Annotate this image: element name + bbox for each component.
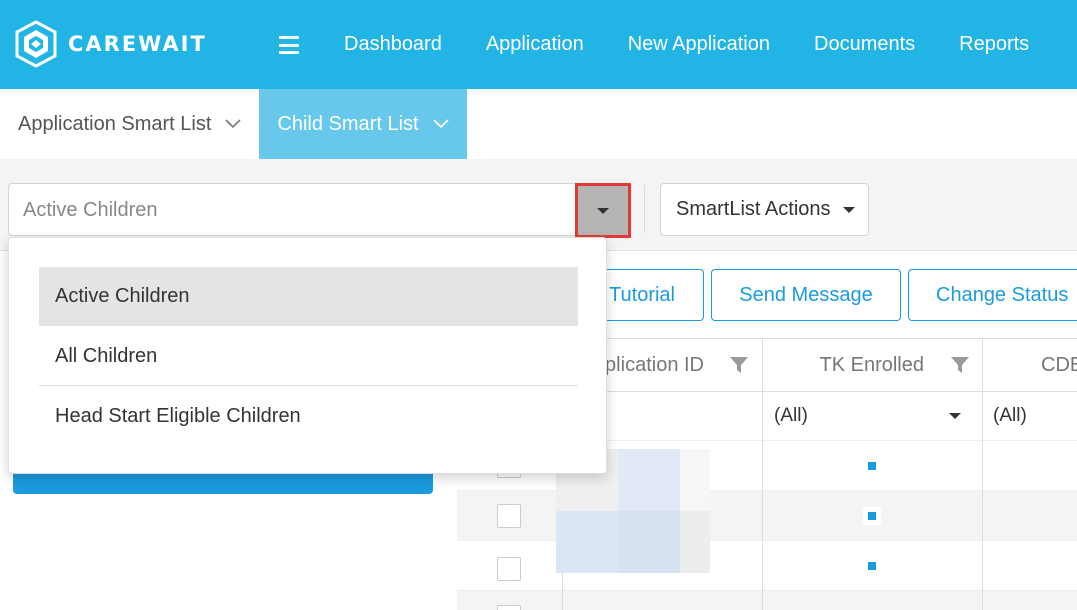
divider <box>39 385 578 386</box>
filter-value: (All) <box>774 404 808 426</box>
row-checkbox[interactable] <box>497 557 521 581</box>
nav-dashboard[interactable]: Dashboard <box>322 33 464 56</box>
row-checkbox[interactable] <box>497 605 521 610</box>
smartlist-tabs: Application Smart List Child Smart List <box>0 89 1077 159</box>
change-status-button[interactable]: Change Status <box>908 269 1077 321</box>
chevron-down-icon <box>225 119 241 129</box>
tk-enrolled-indicator <box>863 457 881 475</box>
smartlist-dropdown-button[interactable] <box>575 183 631 238</box>
carewait-logo[interactable]: CAREWAIT <box>14 20 207 68</box>
filter-icon[interactable] <box>950 355 970 375</box>
main-nav: Dashboard Application New Application Do… <box>322 0 1051 89</box>
caret-down-icon <box>949 413 961 419</box>
tab-label: Application Smart List <box>18 112 212 135</box>
top-navigation-bar: CAREWAIT Dashboard Application New Appli… <box>0 0 1077 89</box>
filter-value: (All) <box>993 404 1027 426</box>
table-row[interactable] <box>457 590 1077 610</box>
smartlist-select-value: Active Children <box>23 199 158 221</box>
tab-application-smart-list[interactable]: Application Smart List <box>0 89 259 159</box>
filter-select-tk-enrolled[interactable]: (All) <box>763 391 983 439</box>
column-header-label: CDE <box>1041 353 1077 376</box>
row-checkbox[interactable] <box>497 504 521 528</box>
smartlist-select[interactable]: Active Children <box>8 183 628 236</box>
carewait-logo-icon <box>15 20 57 68</box>
grid-column-line <box>982 439 983 610</box>
menu-toggle-icon[interactable] <box>279 36 299 54</box>
grid-column-line <box>762 439 763 610</box>
brand-name: CAREWAIT <box>68 32 207 56</box>
tk-enrolled-indicator <box>863 507 881 525</box>
nav-application[interactable]: Application <box>464 33 606 56</box>
chevron-down-icon <box>433 119 449 129</box>
caret-down-icon <box>842 206 855 213</box>
tab-child-smart-list[interactable]: Child Smart List <box>259 89 467 159</box>
divider <box>644 185 645 233</box>
send-message-button[interactable]: Send Message <box>711 269 901 321</box>
smartlist-actions-label: SmartList Actions <box>676 198 831 220</box>
tab-label: Child Smart List <box>277 112 419 135</box>
nav-reports[interactable]: Reports <box>937 33 1051 56</box>
smartlist-dropdown-menu: Active Children All Children Head Start … <box>8 237 607 474</box>
option-head-start-eligible-children[interactable]: Head Start Eligible Children <box>39 387 578 446</box>
tk-enrolled-indicator <box>863 557 881 575</box>
table-row[interactable] <box>457 540 1077 590</box>
caret-down-icon <box>597 207 609 214</box>
table-row[interactable] <box>457 490 1077 540</box>
filter-icon[interactable] <box>729 355 749 375</box>
nav-documents[interactable]: Documents <box>792 33 937 56</box>
option-active-children[interactable]: Active Children <box>39 267 578 326</box>
option-all-children[interactable]: All Children <box>39 327 578 386</box>
nav-new-application[interactable]: New Application <box>606 33 792 56</box>
column-header-label: TK Enrolled <box>819 353 925 376</box>
filter-select-cde[interactable]: (All) <box>983 391 1077 439</box>
column-header-cde[interactable]: CDE <box>983 339 1077 391</box>
smartlist-actions-button[interactable]: SmartList Actions <box>660 183 869 236</box>
